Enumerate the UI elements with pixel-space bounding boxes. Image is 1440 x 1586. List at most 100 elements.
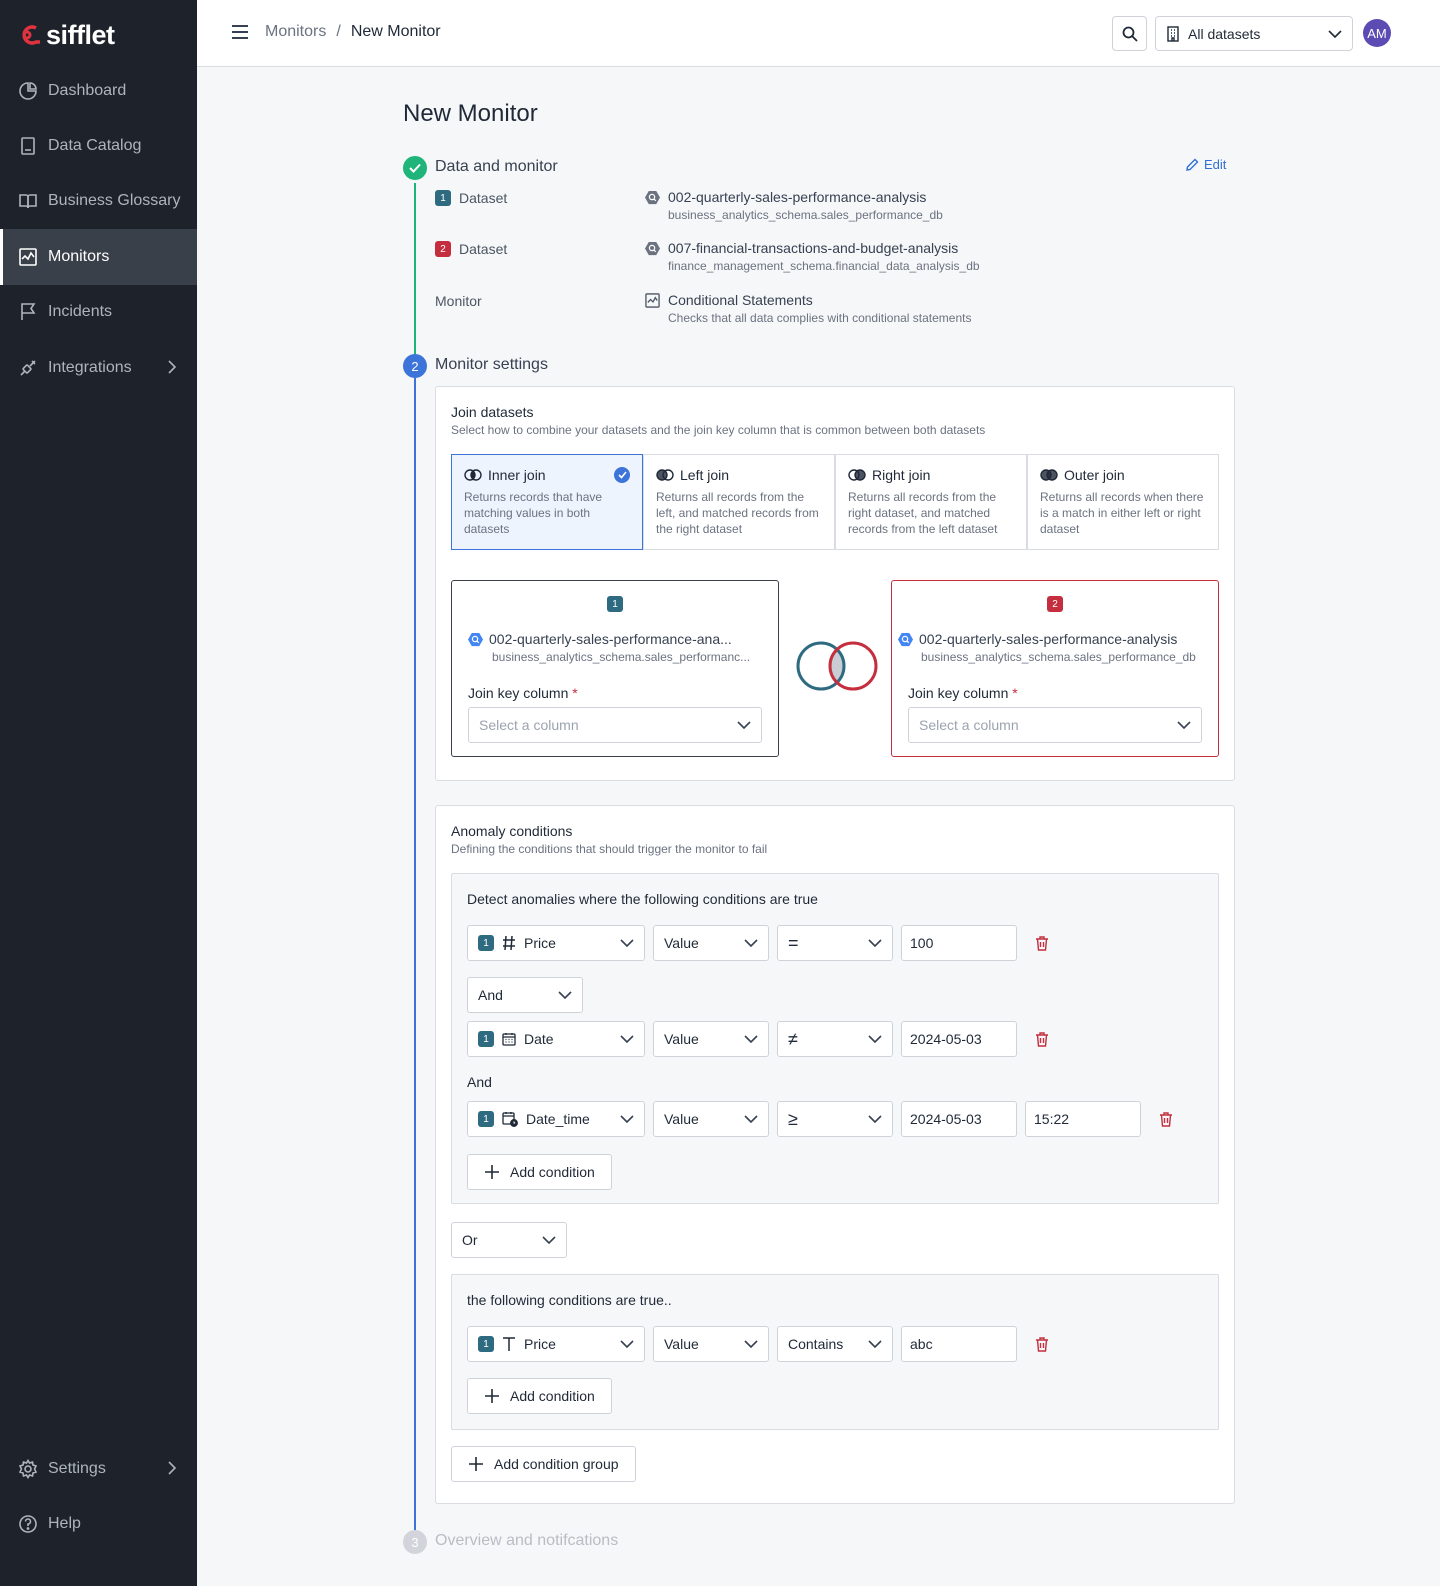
catalog-icon (21, 137, 35, 155)
search-icon (1122, 26, 1138, 42)
condition-type-select[interactable]: Value (653, 1101, 769, 1137)
chevron-down-icon (620, 1115, 634, 1124)
nav-settings[interactable]: Settings (0, 1441, 197, 1497)
chevron-down-icon (1328, 29, 1342, 38)
dataset-filter-value: All datasets (1188, 25, 1261, 42)
bigquery-icon (468, 632, 483, 646)
nav-label: Integrations (48, 359, 132, 376)
logical-connector-label: And (467, 1074, 492, 1090)
condition-operator-select[interactable]: = (777, 925, 893, 961)
join-option-inner[interactable]: Inner join Returns records that have mat… (451, 454, 643, 550)
plus-icon (485, 1389, 499, 1403)
dataset-badge-2: 2 (1047, 596, 1063, 612)
join-option-right[interactable]: Right join Returns all records from the … (835, 454, 1027, 550)
chevron-down-icon (744, 1035, 758, 1044)
search-button[interactable] (1112, 16, 1147, 51)
step2-line (414, 378, 416, 1532)
row-label-text: Monitor (435, 293, 482, 309)
column-name: Price (524, 935, 556, 951)
left-join-key-select[interactable]: Select a column (468, 707, 762, 743)
condition-value-input[interactable]: abc (901, 1326, 1017, 1362)
bigquery-icon (645, 241, 660, 255)
right-join-key-select[interactable]: Select a column (908, 707, 1202, 743)
trash-icon[interactable] (1158, 1111, 1174, 1127)
plus-icon (469, 1457, 483, 1471)
dataset-schema: business_analytics_schema.sales_performa… (492, 650, 751, 664)
plug-icon (20, 360, 36, 376)
datetime-icon (502, 1112, 518, 1127)
nav-business-glossary[interactable]: Business Glossary (0, 173, 197, 229)
menu-icon[interactable] (231, 24, 249, 40)
trash-icon[interactable] (1034, 1336, 1050, 1352)
condition-operator-select[interactable]: ≠ (777, 1021, 893, 1057)
dataset-name: 002-quarterly-sales-performance-ana... (489, 631, 732, 647)
edit-label: Edit (1204, 157, 1227, 172)
condition-column-select[interactable]: 1 Date (467, 1021, 645, 1057)
select-placeholder: Select a column (919, 717, 1019, 733)
step1-line (414, 183, 416, 358)
join-option-desc: Returns records that have matching value… (464, 490, 603, 536)
chevron-down-icon (620, 1340, 634, 1349)
dataset-badge-1: 1 (478, 1031, 494, 1047)
trash-icon[interactable] (1034, 1031, 1050, 1047)
nav-data-catalog[interactable]: Data Catalog (0, 118, 197, 174)
dataset1-label: 1 Dataset (435, 190, 507, 206)
condition-date-input[interactable]: 2024-05-03 (901, 1101, 1017, 1137)
condition-column-select[interactable]: 1 Date_time (467, 1101, 645, 1137)
avatar[interactable]: AM (1363, 19, 1391, 47)
page-title: New Monitor (403, 100, 538, 127)
dataset-name: 007-financial-transactions-and-budget-an… (668, 240, 959, 256)
condition-type-select[interactable]: Value (653, 1326, 769, 1362)
inner-join-icon (464, 469, 482, 481)
add-condition-button[interactable]: Add condition (467, 1378, 612, 1414)
join-option-outer[interactable]: Outer join Returns all records when ther… (1027, 454, 1219, 550)
nav-label: Business Glossary (48, 192, 181, 209)
add-condition-group-button[interactable]: Add condition group (451, 1446, 636, 1482)
nav-monitors[interactable]: Monitors (0, 229, 197, 285)
monitor-label: Monitor (435, 293, 482, 309)
condition-value-input[interactable]: 100 (901, 925, 1017, 961)
chevron-down-icon (558, 991, 572, 1000)
step2-label: Monitor settings (435, 356, 548, 373)
nav-integrations[interactable]: Integrations (0, 340, 197, 396)
condition-value-input[interactable]: 2024-05-03 (901, 1021, 1017, 1057)
logical-connector-select[interactable]: And (467, 977, 583, 1013)
step3-indicator: 3 (403, 1530, 427, 1554)
join-option-desc: Returns all records from the right datas… (848, 490, 998, 536)
dataset-schema: finance_management_schema.financial_data… (668, 259, 980, 273)
join-title: Join datasets (451, 404, 534, 420)
operator-value: Contains (788, 1336, 844, 1352)
type-value: Value (664, 1336, 699, 1352)
condition-operator-select[interactable]: Contains (777, 1326, 893, 1362)
condition-time-input[interactable]: 15:22 (1025, 1101, 1141, 1137)
join-option-left[interactable]: Left join Returns all records from the l… (643, 454, 835, 550)
dataset2-value: 007-financial-transactions-and-budget-an… (645, 240, 980, 273)
condition-type-select[interactable]: Value (653, 1021, 769, 1057)
condition-column-select[interactable]: 1 Price (467, 1326, 645, 1362)
sifflet-logo[interactable]: sifflet (14, 20, 115, 50)
chevron-down-icon (744, 1115, 758, 1124)
chevron-down-icon (868, 1115, 882, 1124)
column-name: Date_time (526, 1111, 590, 1127)
condition-type-select[interactable]: Value (653, 925, 769, 961)
dataset-filter-select[interactable]: All datasets (1155, 16, 1353, 51)
bigquery-icon (898, 632, 913, 646)
type-value: Value (664, 1031, 699, 1047)
condition-operator-select[interactable]: ≥ (777, 1101, 893, 1137)
edit-link[interactable]: Edit (1185, 157, 1226, 172)
trash-icon[interactable] (1034, 935, 1050, 951)
nav-label: Incidents (48, 303, 113, 320)
monitor-name: Conditional Statements (668, 292, 813, 308)
dataset-schema: business_analytics_schema.sales_performa… (668, 208, 943, 222)
breadcrumb-monitors[interactable]: Monitors (265, 23, 326, 41)
add-condition-button[interactable]: Add condition (467, 1154, 612, 1190)
nav-label: Help (48, 1515, 81, 1532)
condition-column-select[interactable]: 1 Price (467, 925, 645, 961)
join-subtitle: Select how to combine your datasets and … (451, 423, 986, 437)
nav-help[interactable]: Help (0, 1496, 197, 1552)
nav-dashboard[interactable]: Dashboard (0, 63, 197, 119)
nav-incidents[interactable]: Incidents (0, 284, 197, 340)
group-connector-select[interactable]: Or (451, 1222, 567, 1258)
check-icon (409, 163, 421, 173)
chevron-down-icon (868, 939, 882, 948)
